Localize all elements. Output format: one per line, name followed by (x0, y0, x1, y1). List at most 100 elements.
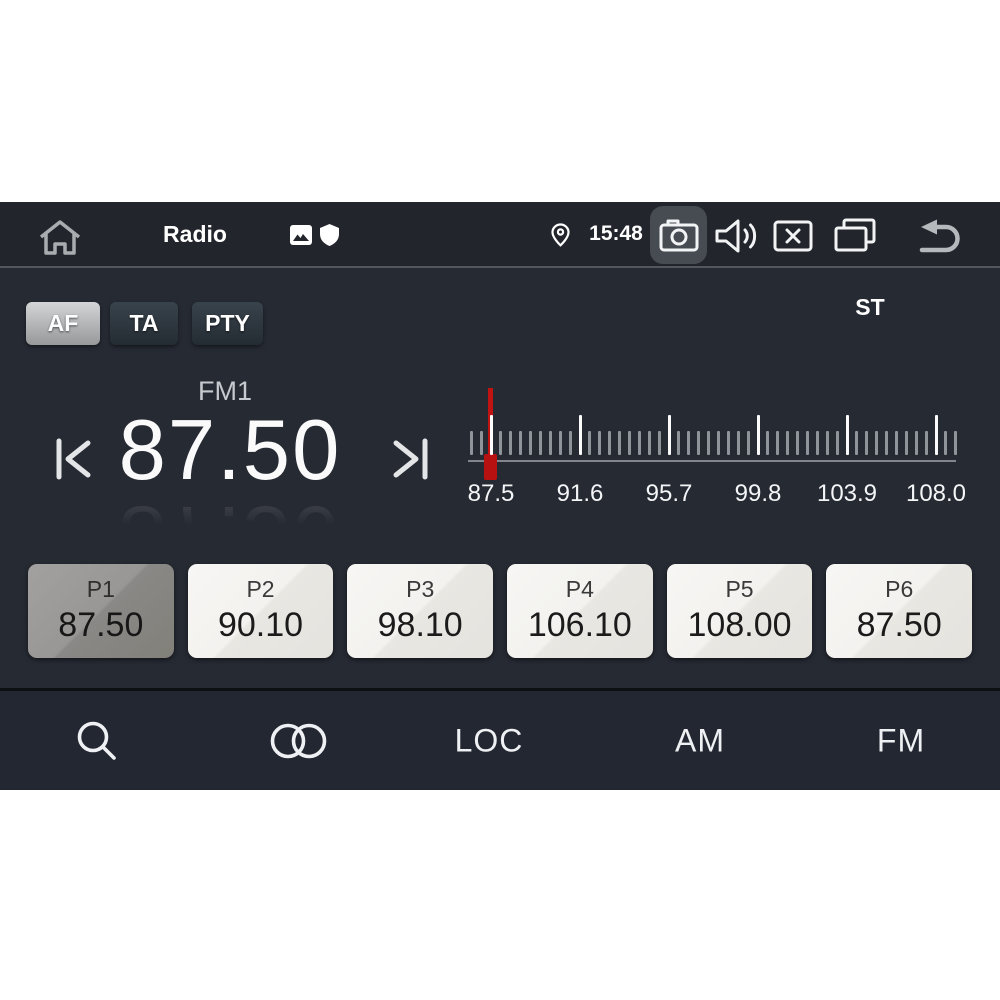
scale-minor-tick (569, 431, 572, 455)
camera-icon (658, 217, 700, 253)
scale-minor-tick (885, 431, 888, 455)
scale-minor-tick (628, 431, 631, 455)
search-scan-button[interactable] (73, 717, 121, 765)
seek-previous-icon (52, 436, 98, 482)
scale-minor-tick (806, 431, 809, 455)
preset-row: P1 87.50 P2 90.10 P3 98.10 P4 106.10 P5 … (28, 564, 972, 658)
shield-icon (320, 224, 339, 246)
bottom-toolbar: LOC AM FM (0, 688, 1000, 790)
scale-minor-tick (470, 431, 473, 455)
scale-minor-tick (855, 431, 858, 455)
scale-minor-tick (747, 431, 750, 455)
scale-minor-tick (677, 431, 680, 455)
scale-minor-tick (519, 431, 522, 455)
clock: 15:48 (580, 202, 652, 266)
loop-button[interactable] (269, 722, 327, 760)
scale-minor-tick (638, 431, 641, 455)
home-button[interactable] (36, 215, 84, 255)
recent-apps-icon (833, 217, 877, 253)
am-button[interactable]: AM (675, 722, 725, 759)
scale-minor-tick (766, 431, 769, 455)
preset-frequency: 98.10 (378, 604, 463, 647)
preset-button-p2[interactable]: P2 90.10 (188, 564, 334, 658)
back-button[interactable] (916, 217, 964, 255)
loc-button[interactable]: LOC (455, 722, 524, 759)
pty-button[interactable]: PTY (192, 302, 263, 345)
scale-minor-tick (796, 431, 799, 455)
scale-minor-tick (588, 431, 591, 455)
scale-minor-tick (944, 431, 947, 455)
scale-minor-tick (608, 431, 611, 455)
preset-name: P4 (566, 576, 594, 604)
scale-minor-tick (480, 431, 483, 455)
scale-minor-tick (915, 431, 918, 455)
preset-name: P6 (885, 576, 913, 604)
preset-button-p5[interactable]: P5 108.00 (667, 564, 813, 658)
scale-minor-tick (954, 431, 957, 455)
preset-name: P1 (87, 576, 115, 604)
volume-icon (714, 218, 760, 254)
preset-frequency: 87.50 (58, 604, 143, 647)
tuning-needle-base[interactable] (484, 454, 497, 480)
scale-minor-tick (836, 431, 839, 455)
scale-minor-tick (707, 431, 710, 455)
home-icon (36, 215, 84, 255)
repeat-loop-icon (269, 722, 327, 760)
scale-major-tick (668, 415, 671, 455)
page-title: Radio (140, 202, 250, 266)
scale-minor-tick (905, 431, 908, 455)
page: Radio 15:48 (0, 0, 1000, 1000)
preset-button-p1[interactable]: P1 87.50 (28, 564, 174, 658)
scale-minor-tick (786, 431, 789, 455)
scale-major-tick (579, 415, 582, 455)
scale-label: 87.5 (446, 480, 536, 508)
scale-minor-tick (687, 431, 690, 455)
volume-button[interactable] (714, 218, 760, 254)
seek-next-button[interactable] (386, 436, 432, 482)
scale-minor-tick (658, 431, 661, 455)
af-button[interactable]: AF (26, 302, 100, 345)
preset-button-p6[interactable]: P6 87.50 (826, 564, 972, 658)
camera-button[interactable] (650, 206, 707, 264)
preset-name: P2 (246, 576, 274, 604)
seek-next-icon (386, 436, 432, 482)
scale-label: 99.8 (713, 480, 803, 508)
scale-minor-tick (727, 431, 730, 455)
scale-minor-tick (875, 431, 878, 455)
scale-minor-tick (598, 431, 601, 455)
scale-minor-tick (549, 431, 552, 455)
preset-button-p4[interactable]: P4 106.10 (507, 564, 653, 658)
scale-minor-tick (697, 431, 700, 455)
frequency-display: 87.50 (95, 408, 365, 493)
scale-label: 95.7 (624, 480, 714, 508)
fm-button[interactable]: FM (877, 722, 925, 759)
scale-minor-tick (717, 431, 720, 455)
scale-minor-tick (895, 431, 898, 455)
recent-apps-button[interactable] (833, 217, 877, 253)
close-window-icon (773, 220, 813, 252)
scale-label: 108.0 (891, 480, 981, 508)
ta-button[interactable]: TA (110, 302, 178, 345)
stereo-indicator: ST (840, 294, 900, 321)
scale-minor-tick (776, 431, 779, 455)
scale-major-tick (757, 415, 760, 455)
preset-frequency: 87.50 (857, 604, 942, 647)
scale-label: 103.9 (802, 480, 892, 508)
scale-major-tick (935, 415, 938, 455)
photo-icon (290, 225, 312, 245)
radio-app-screen: Radio 15:48 (0, 202, 1000, 790)
scale-minor-tick (499, 431, 502, 455)
scale-baseline (468, 460, 956, 462)
preset-button-p3[interactable]: P3 98.10 (347, 564, 493, 658)
scale-minor-tick (559, 431, 562, 455)
scale-minor-tick (529, 431, 532, 455)
seek-previous-button[interactable] (52, 436, 98, 482)
preset-frequency: 106.10 (528, 604, 632, 647)
scale-minor-tick (737, 431, 740, 455)
scale-minor-tick (816, 431, 819, 455)
preset-frequency: 108.00 (688, 604, 792, 647)
close-window-button[interactable] (773, 220, 813, 252)
scale-minor-tick (539, 431, 542, 455)
scale-label: 91.6 (535, 480, 625, 508)
scale-minor-tick (509, 431, 512, 455)
